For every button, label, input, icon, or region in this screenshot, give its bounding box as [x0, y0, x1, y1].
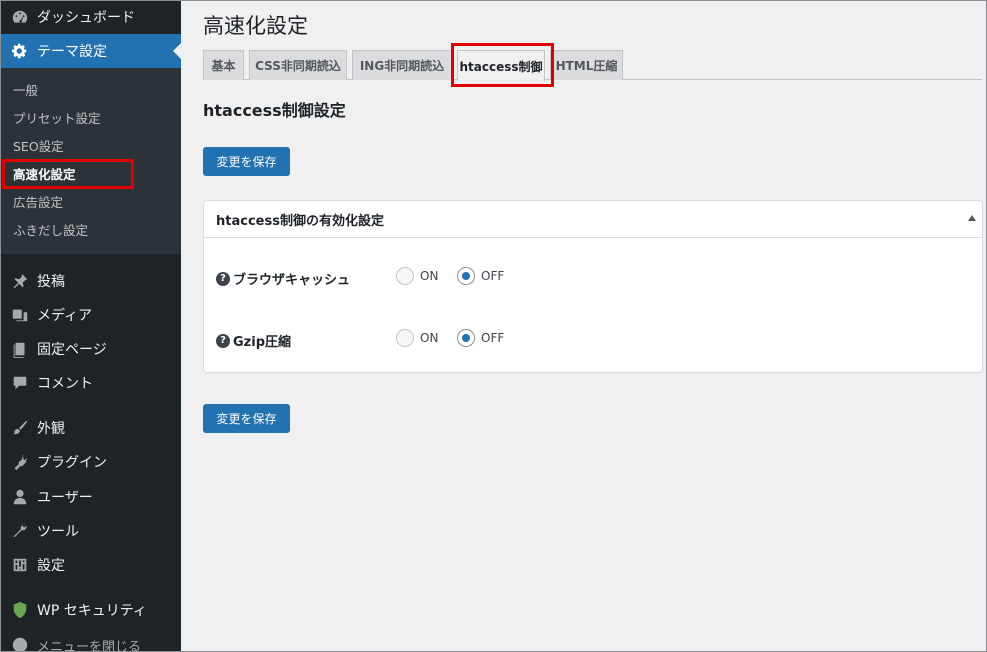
- tab-basic[interactable]: 基本: [203, 50, 244, 80]
- user-icon: [10, 487, 30, 507]
- menu-comments-label: コメント: [37, 376, 93, 392]
- radio-off[interactable]: OFF: [457, 267, 504, 285]
- radio-on-circle[interactable]: [396, 329, 414, 347]
- collapse-arrow-icon[interactable]: [968, 215, 976, 221]
- menu-appearance[interactable]: 外観: [0, 411, 181, 445]
- setting-label-container: ? Gzip圧縮: [216, 331, 291, 350]
- menu-appearance-label: 外観: [37, 421, 65, 437]
- menu-users[interactable]: ユーザー: [0, 480, 181, 514]
- menu-pages-label: 固定ページ: [37, 342, 107, 358]
- setting-row: ? ブラウザキャッシュ ON OFF: [216, 267, 982, 291]
- help-icon[interactable]: ?: [216, 333, 230, 348]
- menu-theme-settings-label: テーマ設定: [37, 44, 107, 60]
- plugin-icon: [10, 452, 30, 472]
- menu-settings[interactable]: 設定: [0, 548, 181, 582]
- menu-tools[interactable]: ツール: [0, 514, 181, 548]
- submenu-item-general[interactable]: 一般: [13, 80, 38, 99]
- highlight-box: [2, 159, 134, 189]
- menu-media-label: メディア: [37, 308, 93, 324]
- menu-tools-label: ツール: [37, 524, 79, 540]
- menu-posts-label: 投稿: [37, 274, 65, 290]
- shield-icon: [10, 600, 30, 620]
- wrench-icon: [10, 521, 30, 541]
- setting-label: Gzip圧縮: [233, 335, 291, 350]
- media-icon: [10, 305, 30, 325]
- menu-media[interactable]: メディア: [0, 298, 181, 332]
- radio-on[interactable]: ON: [396, 329, 438, 347]
- radio-on-circle[interactable]: [396, 267, 414, 285]
- menu-plugins[interactable]: プラグイン: [0, 445, 181, 479]
- section-title: htaccess制御設定: [203, 101, 346, 120]
- menu-plugins-label: プラグイン: [37, 455, 107, 471]
- menu-comments[interactable]: コメント: [0, 366, 181, 400]
- help-icon[interactable]: ?: [216, 271, 230, 286]
- settings-panel: htaccess制御の有効化設定 ? ブラウザキャッシュ ON OFF ? Gz…: [203, 200, 983, 373]
- page-title: 高速化設定: [203, 14, 308, 38]
- setting-label-container: ? ブラウザキャッシュ: [216, 269, 350, 288]
- highlight-box: [451, 43, 554, 87]
- main-content: 高速化設定 基本 CSS非同期読込 ING非同期読込 htaccess制御 HT…: [181, 0, 987, 652]
- admin-sidebar: ダッシュボード テーマ設定 一般 プリセット設定 SEO設定 高速化設定 広告設…: [0, 0, 181, 652]
- submenu-item-balloon[interactable]: ふきだし設定: [13, 220, 88, 239]
- menu-dashboard[interactable]: ダッシュボード: [0, 0, 181, 34]
- radio-on-label: ON: [420, 331, 439, 345]
- radio-off-circle[interactable]: [457, 329, 475, 347]
- dashboard-icon: [10, 7, 30, 27]
- submenu-item-seo[interactable]: SEO設定: [13, 136, 64, 155]
- menu-dashboard-label: ダッシュボード: [37, 10, 135, 26]
- tab-css-async[interactable]: CSS非同期読込: [249, 50, 347, 80]
- tab-bar: 基本 CSS非同期読込 ING非同期読込 htaccess制御 HTML圧縮: [203, 50, 982, 81]
- brush-icon: [10, 418, 30, 438]
- gear-icon: [10, 41, 30, 61]
- save-button-bottom[interactable]: 変更を保存: [203, 404, 290, 433]
- menu-theme-settings[interactable]: テーマ設定: [0, 34, 181, 68]
- menu-collapse[interactable]: メニューを閉じる: [0, 628, 181, 652]
- setting-row: ? Gzip圧縮 ON OFF: [216, 329, 982, 353]
- radio-off-label: OFF: [481, 331, 505, 345]
- page-icon: [10, 339, 30, 359]
- comment-icon: [10, 373, 30, 393]
- radio-on[interactable]: ON: [396, 267, 438, 285]
- radio-off-circle[interactable]: [457, 267, 475, 285]
- menu-posts[interactable]: 投稿: [0, 264, 181, 298]
- collapse-icon: [10, 635, 30, 652]
- menu-settings-label: 設定: [37, 558, 65, 574]
- menu-users-label: ユーザー: [37, 490, 93, 506]
- tab-html-compress[interactable]: HTML圧縮: [550, 50, 623, 80]
- tab-img-async[interactable]: ING非同期読込: [352, 50, 452, 80]
- radio-on-label: ON: [420, 269, 439, 283]
- menu-collapse-label: メニューを閉じる: [37, 639, 142, 652]
- setting-label: ブラウザキャッシュ: [233, 273, 351, 288]
- radio-off[interactable]: OFF: [457, 329, 504, 347]
- menu-pages[interactable]: 固定ページ: [0, 332, 181, 366]
- pin-icon: [10, 271, 30, 291]
- radio-off-label: OFF: [481, 269, 505, 283]
- save-button[interactable]: 変更を保存: [203, 147, 290, 176]
- menu-wp-security-label: WP セキュリティ: [37, 603, 147, 619]
- menu-wp-security[interactable]: WP セキュリティ: [0, 593, 181, 627]
- submenu-item-preset[interactable]: プリセット設定: [13, 108, 101, 127]
- submenu-item-ads[interactable]: 広告設定: [13, 192, 63, 211]
- sliders-icon: [10, 555, 30, 575]
- panel-header[interactable]: htaccess制御の有効化設定: [204, 201, 982, 238]
- panel-title: htaccess制御の有効化設定: [216, 213, 384, 229]
